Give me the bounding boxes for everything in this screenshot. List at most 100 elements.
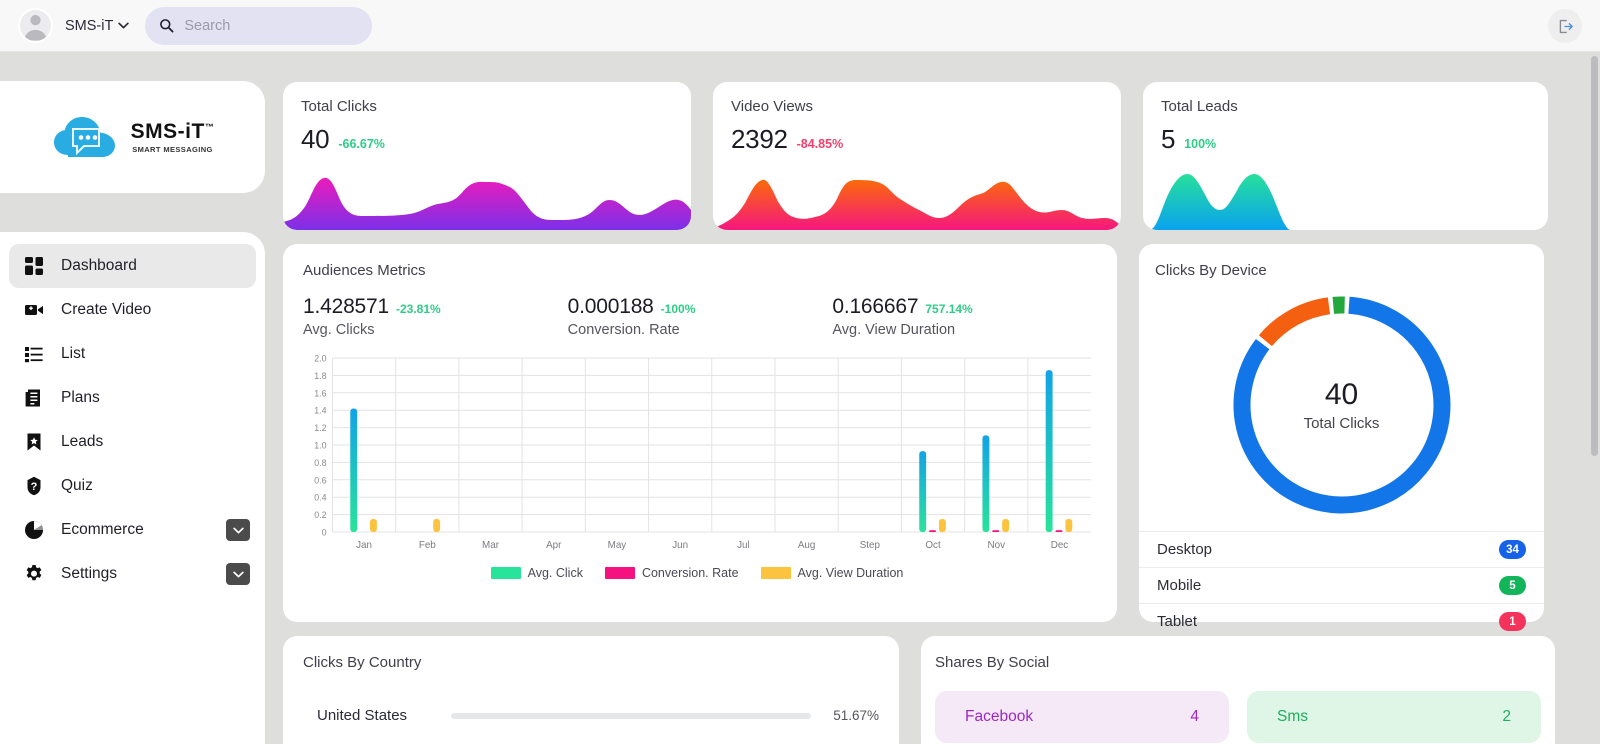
dashboard-page: SMS-iT [0,0,1600,744]
kpi-card-total-clicks: Total Clicks 40 -66.67% [283,82,691,230]
metric-value: 0.000188 [568,295,654,319]
social-tiles: Facebook 4 Sms 2 [935,691,1541,743]
search-input[interactable] [184,18,358,34]
legend-label: Conversion. Rate [642,566,739,580]
sidebar-item-quiz[interactable]: ? Quiz [9,464,256,508]
device-row-desktop[interactable]: Desktop 34 [1139,531,1544,567]
svg-text:0: 0 [322,527,327,537]
country-row: United States 51.67% [297,707,879,724]
social-tile-facebook[interactable]: Facebook 4 [935,691,1229,743]
sparkline-total-leads [1143,162,1548,230]
clicks-by-country-card: Clicks By Country United States 51.67% [283,636,899,744]
country-progress-track [451,713,811,719]
sparkline-total-clicks [283,162,691,230]
logo-wordmark: SMS-iT™ SMART MESSAGING [131,121,215,154]
sms-it-cloud-logo-icon [51,109,121,165]
sidebar-item-settings[interactable]: Settings [9,552,256,596]
svg-text:2.0: 2.0 [314,353,326,363]
legend-item: Avg. View Duration [761,566,904,580]
svg-text:0.4: 0.4 [314,493,326,503]
social-count: 2 [1502,708,1511,726]
metric-value: 1.428571 [303,295,389,319]
device-donut-chart: 40 Total Clicks [1139,279,1544,531]
metric-label: Avg. Clicks [303,322,568,338]
device-row-mobile[interactable]: Mobile 5 [1139,567,1544,603]
sidebar-item-label: Settings [61,565,117,583]
sidebar-item-label: Quiz [61,477,93,495]
device-count-badge: 5 [1499,576,1526,595]
clicks-by-device-card: Clicks By Device 40 Total Clicks Desktop… [1139,244,1544,622]
kpi-value: 2392 [731,124,788,155]
metric-label: Avg. View Duration [832,322,1097,338]
kpi-delta: -84.85% [797,137,844,151]
logo-title: SMS-iT™ [131,121,215,142]
svg-text:Apr: Apr [546,540,562,551]
sidebar-item-label: List [61,345,85,363]
legend-swatch [761,567,791,579]
kpi-title: Total Clicks [301,98,673,115]
kpi-title: Total Leads [1161,98,1530,115]
sidebar-item-plans[interactable]: Plans [9,376,256,420]
sidebar-item-ecommerce[interactable]: Ecommerce [9,508,256,552]
kpi-title: Video Views [731,98,1103,115]
chevron-down-icon [233,527,244,534]
svg-text:1.0: 1.0 [314,440,326,450]
svg-text:Oct: Oct [925,540,941,551]
svg-text:Jan: Jan [356,540,372,551]
metric-delta: -23.81% [396,302,441,316]
card-title: Audiences Metrics [297,262,1097,279]
sidebar-item-list[interactable]: List [9,332,256,376]
sidebar-item-dashboard[interactable]: Dashboard [9,244,256,288]
card-title: Clicks By Country [297,654,879,671]
svg-text:0.2: 0.2 [314,510,326,520]
card-title: Clicks By Device [1139,262,1544,279]
sidebar-item-label: Leads [61,433,103,451]
logout-button[interactable] [1548,9,1582,43]
social-count: 4 [1190,708,1199,726]
svg-text:Feb: Feb [419,540,436,551]
kpi-delta: 100% [1184,137,1216,151]
device-count-badge: 1 [1499,612,1526,631]
metric-delta: -100% [661,302,696,316]
avatar-silhouette-icon [20,9,51,41]
expand-ecommerce-button[interactable] [226,519,250,541]
social-tile-sms[interactable]: Sms 2 [1247,691,1541,743]
pie-chart-icon [23,519,45,541]
legend-item: Conversion. Rate [605,566,739,580]
page-scrollbar[interactable] [1591,56,1598,456]
bottom-row: Clicks By Country United States 51.67% S… [283,636,1555,744]
sidebar-item-create-video[interactable]: Create Video [9,288,256,332]
chevron-down-icon [118,22,129,29]
svg-text:Jul: Jul [737,540,750,551]
kpi-card-video-views: Video Views 2392 -84.85% [713,82,1121,230]
dashboard-icon [23,255,45,277]
brand-label: SMS-iT [65,18,113,34]
user-avatar[interactable] [18,8,53,43]
kpi-row: Total Clicks 40 -66.67% Video Views [283,82,1555,230]
video-camera-icon [23,299,45,321]
device-count-badge: 34 [1499,540,1526,559]
svg-text:Dec: Dec [1051,540,1069,551]
svg-text:1.6: 1.6 [314,388,326,398]
sidebar-item-label: Dashboard [61,257,137,275]
question-icon: ? [23,475,45,497]
social-name: Sms [1277,708,1308,726]
search-box[interactable] [145,7,372,45]
sidebar-item-label: Create Video [61,301,151,319]
country-percent: 51.67% [825,708,879,723]
brand-dropdown[interactable]: SMS-iT [65,18,129,34]
svg-text:Aug: Aug [798,540,816,551]
middle-row: Audiences Metrics 1.428571 -23.81% Avg. … [283,244,1555,622]
bookmark-icon [23,431,45,453]
chart-legend: Avg. Click Conversion. Rate Avg. View Du… [297,566,1097,580]
expand-settings-button[interactable] [226,563,250,585]
svg-text:Jun: Jun [672,540,688,551]
list-icon [23,343,45,365]
legend-swatch [605,567,635,579]
svg-text:1.2: 1.2 [314,423,326,433]
sidebar-item-leads[interactable]: Leads [9,420,256,464]
device-row-tablet[interactable]: Tablet 1 [1139,603,1544,639]
search-icon [159,18,174,33]
metric-avg-clicks: 1.428571 -23.81% Avg. Clicks [303,295,568,338]
svg-text:Nov: Nov [988,540,1006,551]
